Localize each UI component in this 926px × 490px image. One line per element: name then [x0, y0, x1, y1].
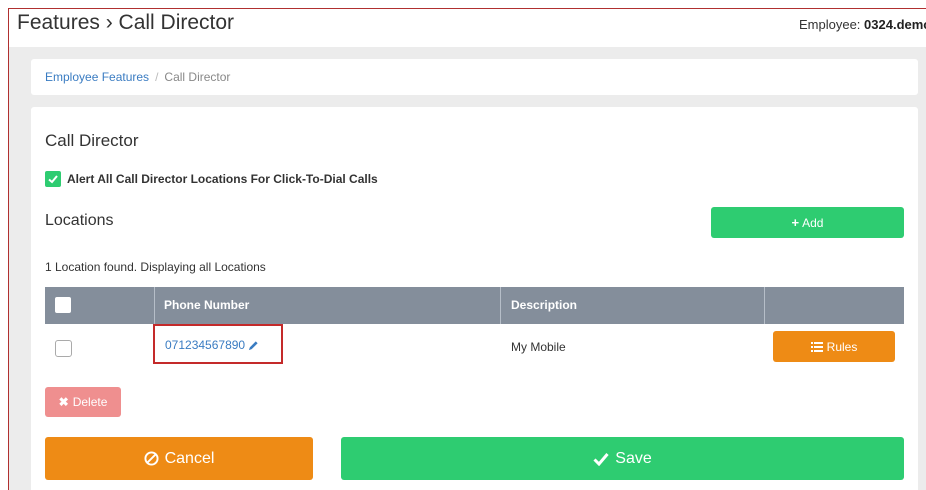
row-description: My Mobile	[511, 340, 566, 354]
breadcrumb-separator: /	[155, 70, 159, 84]
column-divider	[764, 287, 765, 324]
column-header-description: Description	[511, 298, 578, 312]
times-icon: ✖	[58, 395, 69, 409]
column-header-phone: Phone Number	[164, 298, 250, 312]
rules-button[interactable]: Rules	[773, 331, 895, 362]
breadcrumb-card: Employee Features / Call Director	[31, 59, 918, 95]
phone-highlight-box: 071234567890	[153, 324, 283, 364]
main-card: Call Director Alert All Call Director Lo…	[31, 107, 918, 490]
alert-row: Alert All Call Director Locations For Cl…	[45, 171, 378, 187]
locations-count-text: 1 Location found. Displaying all Locatio…	[45, 260, 266, 274]
employee-info: Employee: 0324.demo	[799, 17, 926, 32]
delete-label: Delete	[72, 395, 108, 409]
table-header: Phone Number Description	[45, 287, 904, 324]
rules-label: Rules	[826, 339, 858, 354]
breadcrumb: Employee Features / Call Director	[45, 70, 230, 84]
checkmark-icon	[593, 452, 609, 466]
locations-title: Locations	[45, 212, 114, 229]
add-location-button[interactable]: + Add	[711, 207, 904, 238]
column-divider	[500, 287, 501, 324]
row-checkbox[interactable]	[55, 340, 72, 357]
column-divider	[154, 287, 155, 324]
page-title: Features › Call Director	[17, 11, 235, 34]
alert-checkbox[interactable]	[45, 171, 61, 187]
check-icon	[48, 175, 58, 184]
app-frame: Features › Call Director Employee: 0324.…	[8, 8, 926, 490]
alert-label: Alert All Call Director Locations For Cl…	[67, 172, 378, 186]
breadcrumb-current: Call Director	[164, 70, 231, 84]
delete-button[interactable]: ✖ Delete	[45, 387, 121, 417]
top-bar: Features › Call Director Employee: 0324.…	[9, 9, 926, 47]
list-icon	[810, 341, 823, 352]
employee-value: 0324.demo	[864, 17, 926, 32]
cancel-label: Cancel	[164, 449, 215, 467]
table-row: 071234567890 My Mobile Rules	[45, 324, 904, 370]
phone-number: 071234567890	[165, 338, 246, 352]
employee-label: Employee:	[799, 17, 865, 32]
select-all-checkbox[interactable]	[55, 297, 71, 313]
phone-number-link[interactable]: 071234567890	[165, 338, 259, 352]
add-label: Add	[802, 215, 824, 230]
section-title: Call Director	[45, 131, 139, 150]
save-button[interactable]: Save	[341, 437, 904, 480]
cancel-button[interactable]: Cancel	[45, 437, 313, 480]
breadcrumb-link-employee-features[interactable]: Employee Features	[45, 70, 149, 84]
ban-icon	[144, 451, 159, 466]
pencil-icon[interactable]	[248, 340, 259, 351]
save-label: Save	[615, 449, 652, 467]
plus-icon: +	[791, 215, 800, 230]
